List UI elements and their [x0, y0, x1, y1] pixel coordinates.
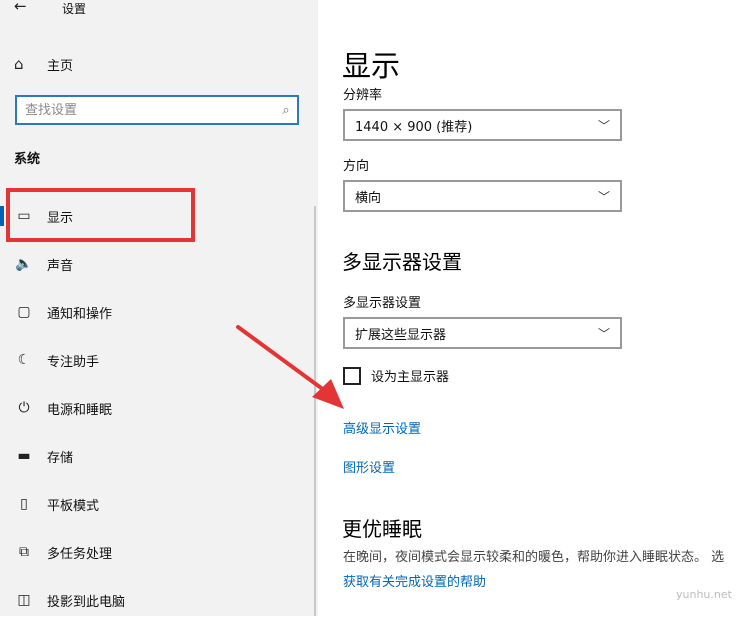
sidebar-item-project[interactable]: ◫ 投影到此电脑: [0, 581, 315, 619]
sidebar-home[interactable]: ⌂ 主页: [14, 54, 73, 74]
project-icon: ◫: [17, 592, 31, 608]
orientation-value: 横向: [355, 190, 382, 206]
orientation-dropdown[interactable]: 横向 ﹀: [343, 180, 622, 212]
sidebar: ← 设置 ⌂ 主页 ⌕ 系统 ▭ 显示 🔈 声音 ▢ 通知和操作 ☾ 专注助手 …: [0, 0, 318, 616]
monitor-icon: ▭: [17, 208, 31, 224]
resolution-value: 1440 × 900 (推荐): [355, 119, 473, 135]
section-label: 系统: [14, 152, 41, 167]
orientation-label: 方向: [343, 159, 370, 174]
sidebar-item-storage[interactable]: ▬ 存储: [0, 437, 315, 475]
sidebar-item-display[interactable]: ▭ 显示: [0, 197, 315, 235]
home-icon: ⌂: [14, 55, 24, 73]
multi-display-value: 扩展这些显示器: [355, 327, 447, 343]
search-icon[interactable]: ⌕: [275, 103, 297, 118]
power-icon: ⏻: [18, 400, 30, 416]
resolution-label: 分辨率: [343, 88, 383, 103]
chevron-down-icon: ﹀: [597, 118, 610, 133]
watermark: yunhu.net: [676, 588, 732, 601]
multitask-icon: ⧉: [19, 544, 29, 560]
sidebar-item-label: 电源和睡眠: [47, 402, 113, 418]
main-display-checkbox[interactable]: [343, 366, 361, 385]
sidebar-item-label: 平板模式: [47, 498, 100, 514]
graphics-settings-link[interactable]: 图形设置: [343, 457, 395, 476]
sidebar-item-label: 多任务处理: [47, 546, 113, 562]
multi-display-dropdown[interactable]: 扩展这些显示器 ﹀: [343, 317, 622, 349]
sidebar-item-multitasking[interactable]: ⧉ 多任务处理: [0, 533, 315, 571]
chevron-down-icon: ﹀: [597, 326, 610, 341]
sidebar-item-focus-assist[interactable]: ☾ 专注助手: [0, 341, 315, 379]
moon-icon: ☾: [17, 352, 31, 368]
window-title: 设置: [62, 2, 87, 16]
sidebar-scrollbar[interactable]: [314, 206, 316, 616]
back-arrow-icon[interactable]: ←: [14, 0, 27, 15]
storage-icon: ▬: [17, 448, 31, 464]
search-box[interactable]: ⌕: [15, 95, 299, 125]
sidebar-item-label: 声音: [47, 258, 74, 274]
sidebar-item-label: 显示: [47, 210, 74, 226]
sleep-description: 在晚间，夜间模式会显示较柔和的暖色，帮助你进入睡眠状态。 选: [343, 550, 725, 565]
sidebar-item-power[interactable]: ⏻ 电源和睡眠: [0, 389, 315, 427]
help-link[interactable]: 获取有关完成设置的帮助: [343, 571, 486, 590]
title-bar: ← 设置: [0, 0, 318, 18]
multi-display-heading: 多显示器设置: [342, 250, 462, 274]
main-display-checkbox-row[interactable]: 设为主显示器: [343, 366, 449, 385]
sidebar-item-label: 投影到此电脑: [47, 594, 126, 610]
chevron-down-icon: ﹀: [597, 189, 610, 204]
sidebar-item-notifications[interactable]: ▢ 通知和操作: [0, 293, 315, 331]
notification-icon: ▢: [17, 304, 31, 320]
page-title: 显示: [342, 49, 401, 83]
advanced-display-settings-link[interactable]: 高级显示设置: [343, 418, 421, 437]
sidebar-item-label: 通知和操作: [47, 306, 113, 322]
home-label: 主页: [47, 58, 74, 74]
sidebar-item-sound[interactable]: 🔈 声音: [0, 245, 315, 283]
sidebar-item-label: 专注助手: [47, 354, 100, 370]
sleep-heading: 更优睡眠: [342, 517, 422, 541]
checkbox-label: 设为主显示器: [371, 370, 450, 385]
multi-display-label: 多显示器设置: [343, 296, 422, 311]
search-input[interactable]: [17, 102, 275, 118]
speaker-icon: 🔈: [15, 256, 33, 272]
sidebar-item-label: 存储: [47, 450, 74, 466]
resolution-dropdown[interactable]: 1440 × 900 (推荐) ﹀: [343, 109, 622, 141]
tablet-icon: ▯: [20, 496, 28, 512]
sidebar-item-tablet[interactable]: ▯ 平板模式: [0, 485, 315, 523]
